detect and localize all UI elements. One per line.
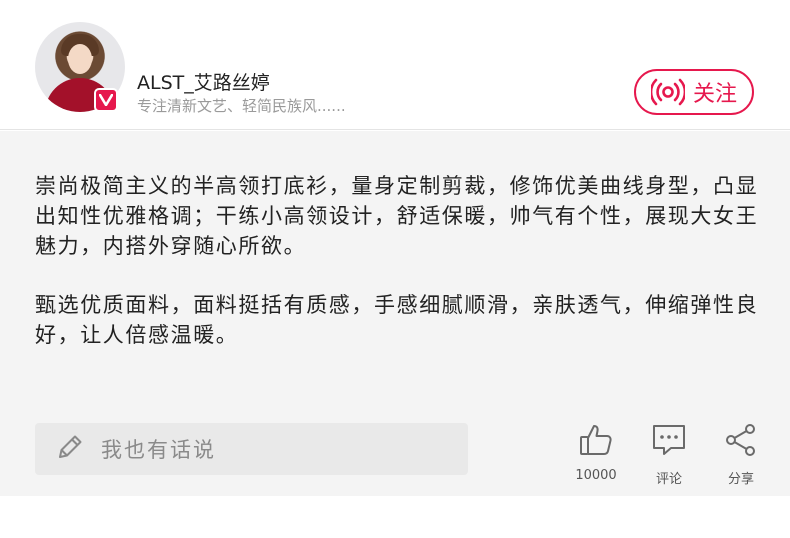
thumbs-up-icon (578, 422, 614, 462)
like-button[interactable]: 10000 (566, 422, 626, 484)
pencil-icon (55, 432, 85, 466)
follow-button[interactable]: 关注 (634, 69, 754, 115)
user-intro: 专注清新文艺、轻简民族风...... (137, 97, 346, 115)
comment-placeholder: 我也有话说 (101, 438, 216, 462)
v-badge-icon (94, 88, 118, 112)
share-label: 分享 (727, 472, 754, 487)
comment-button[interactable]: 评论 (639, 422, 699, 487)
share-icon (723, 422, 759, 462)
comment-input[interactable]: 我也有话说 (35, 423, 468, 475)
post-paragraph: 崇尚极简主义的半高领打底衫，量身定制剪裁，修饰优美曲线身型，凸显出知性优雅格调；… (35, 174, 759, 258)
live-icon (650, 78, 685, 106)
comment-label: 评论 (655, 472, 682, 487)
share-button[interactable]: 分享 (711, 422, 771, 487)
username[interactable]: ALST_艾路丝婷 (137, 68, 270, 95)
like-count: 10000 (575, 468, 617, 483)
post-content: 崇尚极简主义的半高领打底衫，量身定制剪裁，修饰优美曲线身型，凸显出知性优雅格调；… (0, 131, 790, 496)
post-header: ALST_艾路丝婷 专注清新文艺、轻简民族风...... 关注 (0, 0, 790, 130)
follow-label: 关注 (692, 82, 737, 107)
comment-icon (651, 422, 687, 462)
post-paragraph: 甄选优质面料，面料挺括有质感，手感细腻顺滑，亲肤透气，伸缩弹性良好，让人倍感温暖… (35, 293, 759, 347)
